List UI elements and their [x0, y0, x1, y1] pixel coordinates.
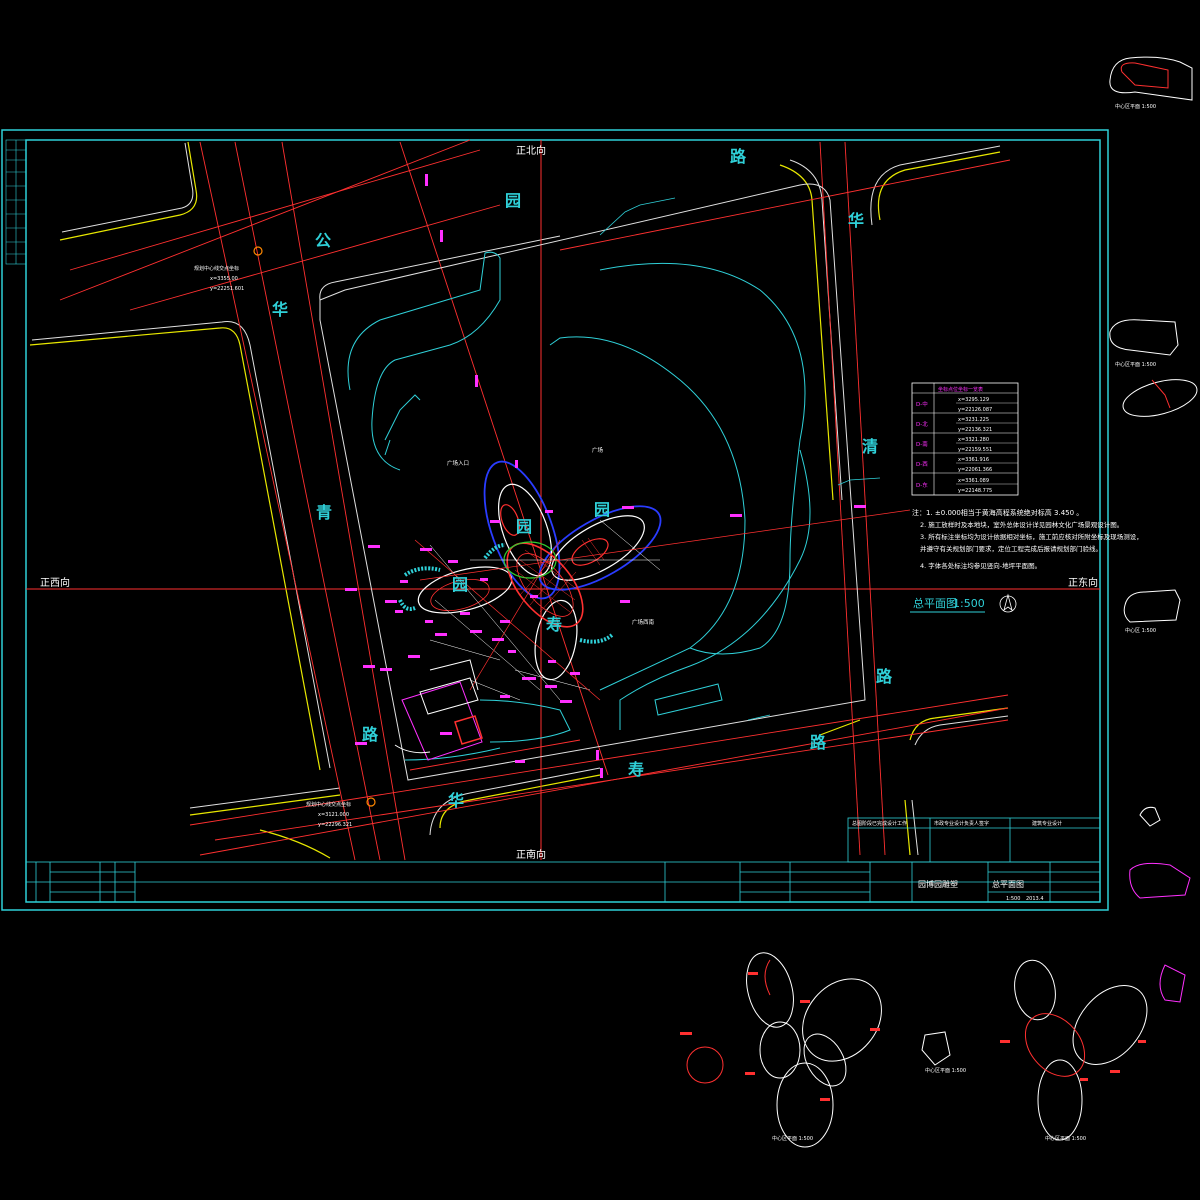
- title-project: 园博园雕塑: [918, 879, 958, 889]
- site-boundary: [319, 183, 866, 781]
- north-label: 正北向: [516, 144, 546, 157]
- coord-row-2-name: D-北: [916, 420, 928, 428]
- road-char-n2: 园: [505, 191, 521, 210]
- outer-frame: [1, 129, 1109, 911]
- road-char-n1: 公: [315, 231, 331, 250]
- detail-right-2: [1109, 319, 1198, 417]
- control-point-nw: 规划中心线交点坐标 x=3355.00 y=22251.601: [194, 265, 244, 292]
- map-scale: 1:500: [953, 597, 985, 610]
- road-char-w3: 路: [362, 725, 379, 744]
- coord-row-5-y: y=22148.775: [958, 488, 992, 494]
- detail-label-1: 中心区平面 1:500: [1115, 103, 1156, 110]
- cp-nw-x: x=3355.00: [210, 276, 238, 282]
- west-label: 正西向: [40, 576, 70, 589]
- coord-row-5-x: x=3361.089: [958, 478, 989, 484]
- coord-row-1-x: x=3295.129: [958, 397, 989, 403]
- left-revision-strip: [5, 139, 27, 265]
- strip-cell-1: 总图阶段已完成设计工作: [852, 820, 907, 827]
- east-label: 正东向: [1068, 576, 1098, 589]
- note-2: 2. 施工放样时及本地块，室外总体设计详见园林文化广场景观设计图。: [920, 520, 1123, 529]
- coord-row-2-x: x=3231.225: [958, 417, 989, 423]
- detail-label-3: 中心区 1:500: [1125, 627, 1156, 634]
- note-1: 注：1. ±0.000相当于黄海高程系统绝对标高 3.450 。: [912, 508, 1083, 517]
- title-date: 2013.4: [1026, 896, 1044, 902]
- note-5: 4. 字体各处标注均参见竖向-地坪平面图。: [920, 561, 1041, 570]
- detail-label-6: 中心区平面 1:500: [1045, 1135, 1086, 1142]
- dimension-lines: [429, 519, 661, 701]
- cp-sw-label: 规划中心线交点坐标: [306, 801, 351, 808]
- radial-lines: [414, 509, 911, 701]
- road-char-w2: 青: [316, 503, 332, 522]
- plaza-left-label: 广场入口: [447, 459, 469, 467]
- map-title: 总平面图: [913, 596, 957, 610]
- detail-right-4: [1139, 806, 1161, 827]
- cp-nw-label: 规划中心线交点坐标: [194, 265, 239, 272]
- coord-row-3-x: x=3321.280: [958, 437, 989, 443]
- north-arrow-icon: [999, 593, 1017, 613]
- road-char-s1: 华: [448, 791, 464, 810]
- detail-label-5: 中心区平面 1:500: [925, 1067, 966, 1074]
- coord-row-3-name: D-南: [916, 440, 928, 448]
- title-drawing: 总平面图: [992, 879, 1024, 889]
- detail-bottom-2: [1014, 959, 1186, 1141]
- ellipse-glyph-3: 园: [452, 575, 468, 594]
- coord-row-4-x: x=3361.916: [958, 457, 989, 463]
- title-scale: 1:500: [1006, 896, 1020, 902]
- detail-bottom-1: [686, 952, 951, 1148]
- detail-top-right: [1109, 56, 1193, 101]
- road-char-w1: 华: [272, 300, 288, 319]
- coord-row-1-name: D-中: [916, 400, 928, 408]
- detail-label-4: 中心区平面 1:500: [772, 1135, 813, 1142]
- note-3: 3. 所有标注坐标均为设计依据相对坐标，施工前应核对所附坐标及现场测设，: [920, 532, 1143, 541]
- south-label: 正南向: [516, 848, 546, 861]
- ellipse-glyph-4: 寿: [546, 615, 562, 634]
- road-char-n3: 路: [730, 147, 747, 166]
- road-char-e2: 清: [862, 437, 878, 456]
- note-4: 并遵守有关规划部门要求，定位工程完成后报请规划部门验线。: [920, 544, 1102, 553]
- pavilion: [394, 659, 483, 761]
- road-char-e3: 路: [876, 667, 893, 686]
- coord-table: 坐标点位坐标一览表 D-中 x=3295.129 y=22126.087 D-北…: [911, 382, 1019, 496]
- control-point-sw: 规划中心线交点坐标 x=3121.000 y=22296.321: [306, 801, 352, 828]
- road-char-s2: 寿: [628, 760, 644, 779]
- cp-nw-y: y=22251.601: [210, 286, 244, 292]
- cp-sw-y: y=22296.321: [318, 822, 352, 828]
- plaza-outlines: [347, 251, 811, 761]
- detail-tags: [680, 972, 1146, 1101]
- detail-right-5: [1129, 862, 1191, 899]
- coord-row-5-name: D-东: [916, 481, 928, 489]
- cp-sw-x: x=3121.000: [318, 812, 349, 818]
- coord-row-4-name: D-西: [916, 461, 928, 468]
- ellipse-glyph-2: 园: [594, 500, 610, 519]
- road-char-e1: 华: [848, 211, 864, 230]
- road-centerlines: [59, 139, 1011, 861]
- road-char-s3: 路: [810, 733, 827, 752]
- coord-row-1-y: y=22126.087: [958, 407, 992, 413]
- cad-drawing: 正北向 正南向 正西向 正东向 公 园 路 华 青 路 华 清 路 华 寿 路 …: [1, 56, 1198, 1148]
- strip-cell-3: 建筑专业设计: [1032, 820, 1062, 827]
- plaza-right-label: 广场西南: [632, 618, 655, 626]
- coord-row-3-y: y=22159.551: [958, 447, 992, 453]
- detail-right-3: [1123, 589, 1181, 623]
- ellipse-glyph-1: 园: [516, 517, 532, 536]
- plaza-label: 广场: [592, 446, 604, 454]
- coord-row-4-y: y=22061.366: [958, 467, 992, 473]
- coord-table-header: 坐标点位坐标一览表: [938, 386, 983, 393]
- strip-cell-2: 市政专业设计负责人签字: [934, 820, 989, 827]
- detail-label-2: 中心区平面 1:500: [1115, 361, 1156, 368]
- coord-row-2-y: y=22136.321: [958, 427, 992, 433]
- axis-lines: [26, 140, 1100, 860]
